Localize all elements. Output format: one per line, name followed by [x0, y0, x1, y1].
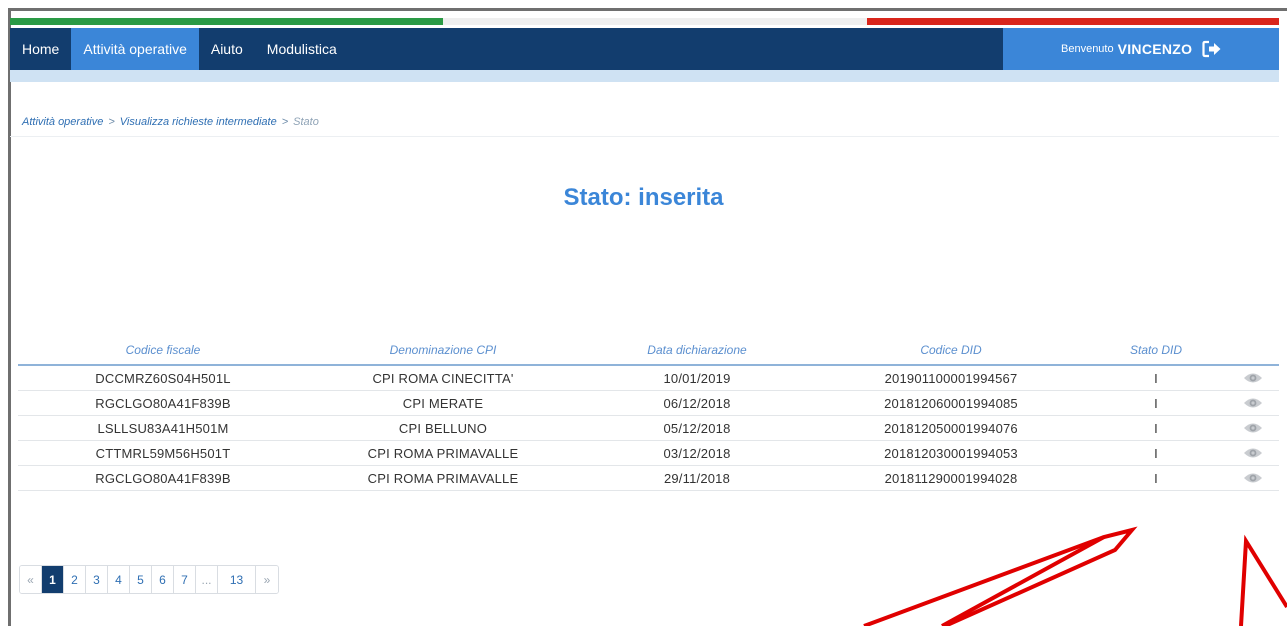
flag-strip [10, 18, 1279, 25]
eye-icon[interactable] [1243, 447, 1263, 459]
pagination-page-6[interactable]: 6 [152, 566, 174, 593]
page-title: Stato: inserita [563, 184, 724, 211]
cell-codice-fiscale: DCCMRZ60S04H501L [95, 370, 231, 386]
cell-codice-did: 201811290001994028 [884, 470, 1018, 486]
pagination-page-1[interactable]: 1 [42, 566, 64, 593]
row-actions [1226, 447, 1279, 459]
welcome-panel: Benvenuto VINCENZO [1003, 28, 1279, 70]
cell-denominazione-cpi: CPI MERATE [402, 395, 484, 411]
nav-item-modulistica[interactable]: Modulistica [255, 28, 349, 70]
cell-denominazione-cpi: CPI ROMA PRIMAVALLE [367, 445, 519, 461]
header-denominazione-cpi: Denominazione CPI [389, 343, 497, 357]
browser-frame [8, 8, 1287, 626]
table-row: RGCLGO80A41F839B CPI ROMA PRIMAVALLE 29/… [18, 466, 1279, 491]
cell-codice-fiscale: LSLLSU83A41H501M [97, 420, 229, 436]
nav-item-aiuto[interactable]: Aiuto [199, 28, 255, 70]
breadcrumb-divider [10, 136, 1279, 137]
logout-icon[interactable] [1202, 40, 1222, 58]
pagination-page-5[interactable]: 5 [130, 566, 152, 593]
row-actions [1226, 372, 1279, 384]
cell-data-dichiarazione: 05/12/2018 [663, 420, 731, 436]
header-stato-did: Stato DID [1129, 343, 1183, 357]
cell-stato-did: I [1154, 370, 1158, 386]
table-row: LSLLSU83A41H501M CPI BELLUNO 05/12/2018 … [18, 416, 1279, 441]
pagination-next[interactable]: » [256, 566, 278, 593]
breadcrumb-separator: > [108, 116, 115, 128]
cell-denominazione-cpi: CPI ROMA CINECITTA' [372, 370, 514, 386]
row-actions [1226, 422, 1279, 434]
cell-data-dichiarazione: 06/12/2018 [663, 395, 731, 411]
row-actions [1226, 397, 1279, 409]
cell-stato-did: I [1154, 470, 1158, 486]
pagination-page-2[interactable]: 2 [64, 566, 86, 593]
header-codice-fiscale: Codice fiscale [125, 343, 201, 357]
nav-subbar [10, 70, 1279, 82]
cell-codice-fiscale: RGCLGO80A41F839B [95, 470, 231, 486]
eye-icon[interactable] [1243, 422, 1263, 434]
cell-data-dichiarazione: 03/12/2018 [663, 445, 731, 461]
cell-stato-did: I [1154, 420, 1158, 436]
header-data-dichiarazione: Data dichiarazione [647, 343, 747, 357]
table-row: DCCMRZ60S04H501L CPI ROMA CINECITTA' 10/… [18, 366, 1279, 391]
cell-stato-did: I [1154, 445, 1158, 461]
pagination-ellipsis: ... [196, 566, 218, 593]
table-row: CTTMRL59M56H501T CPI ROMA PRIMAVALLE 03/… [18, 441, 1279, 466]
breadcrumb-separator: > [281, 116, 289, 128]
eye-icon[interactable] [1243, 472, 1263, 484]
cell-stato-did: I [1154, 395, 1158, 411]
eye-icon[interactable] [1243, 397, 1263, 409]
breadcrumb-link-attivita[interactable]: Attività operative [22, 116, 103, 128]
cell-codice-did: 201812030001994053 [884, 445, 1018, 461]
cell-codice-fiscale: CTTMRL59M56H501T [95, 445, 231, 461]
breadcrumb-link-visualizza[interactable]: Visualizza richieste intermediate [120, 116, 277, 128]
top-nav: Home Attività operative Aiuto Modulistic… [10, 28, 1279, 70]
cell-denominazione-cpi: CPI BELLUNO [398, 420, 488, 436]
flag-green [10, 18, 443, 25]
pagination-page-13[interactable]: 13 [218, 566, 256, 593]
pagination: « 1 2 3 4 5 6 7 ... 13 » [19, 565, 279, 594]
eye-icon[interactable] [1243, 372, 1263, 384]
nav-item-attivita-operative[interactable]: Attività operative [71, 28, 199, 70]
cell-codice-did: 201812050001994076 [884, 420, 1018, 436]
breadcrumb: Attività operative > Visualizza richieste … [22, 116, 319, 128]
breadcrumb-current: Stato [293, 116, 319, 128]
nav-item-home[interactable]: Home [10, 28, 71, 70]
user-name: VINCENZO [1117, 41, 1193, 57]
pagination-page-3[interactable]: 3 [86, 566, 108, 593]
pagination-page-4[interactable]: 4 [108, 566, 130, 593]
welcome-prefix: Benvenuto [1061, 43, 1114, 55]
header-codice-did: Codice DID [920, 343, 982, 357]
row-actions [1226, 472, 1279, 484]
cell-data-dichiarazione: 29/11/2018 [663, 470, 731, 486]
results-table: Codice fiscale Denominazione CPI Data di… [18, 336, 1279, 491]
flag-white [443, 18, 867, 25]
pagination-prev[interactable]: « [20, 566, 42, 593]
cell-denominazione-cpi: CPI ROMA PRIMAVALLE [367, 470, 519, 486]
table-row: RGCLGO80A41F839B CPI MERATE 06/12/2018 2… [18, 391, 1279, 416]
cell-codice-did: 201812060001994085 [884, 395, 1018, 411]
cell-data-dichiarazione: 10/01/2019 [663, 370, 731, 386]
table-header: Codice fiscale Denominazione CPI Data di… [18, 336, 1279, 366]
cell-codice-fiscale: RGCLGO80A41F839B [95, 395, 231, 411]
cell-codice-did: 201901100001994567 [884, 370, 1018, 386]
flag-red [867, 18, 1279, 25]
pagination-page-7[interactable]: 7 [174, 566, 196, 593]
